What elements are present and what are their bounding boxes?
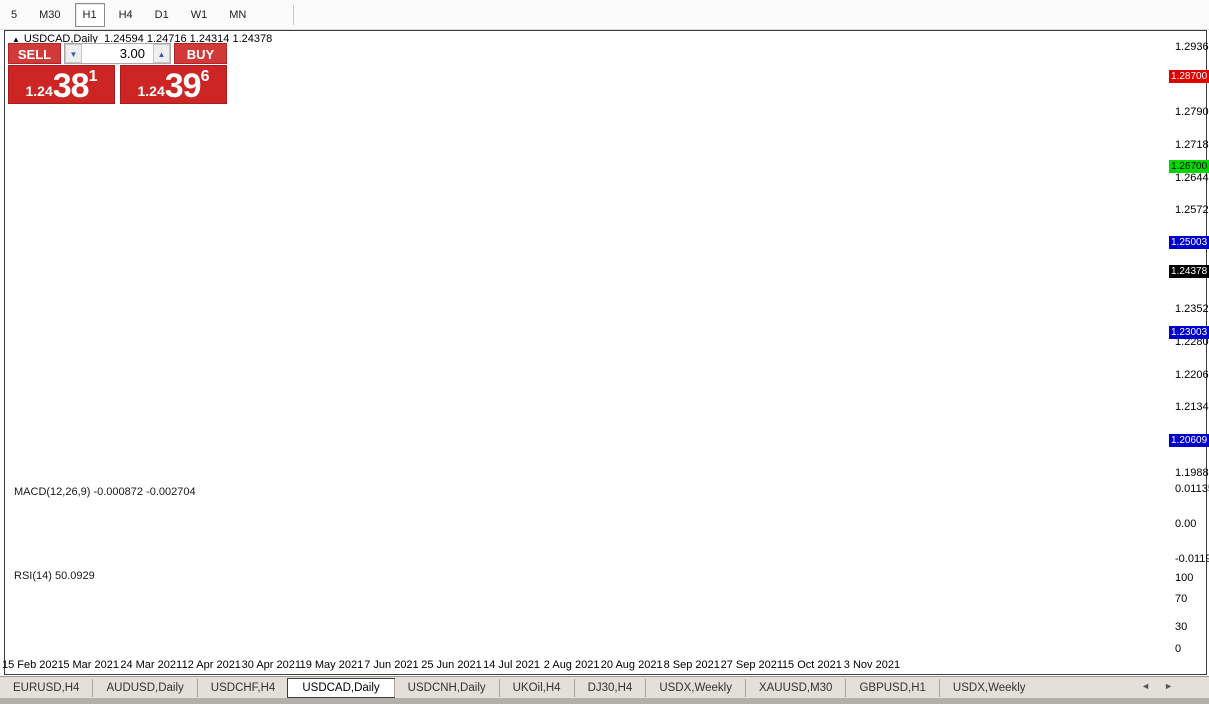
volume-stepper: ▼ 3.00 ▲ [64, 43, 171, 64]
price-level-tag-1.23003: 1.23003 [1169, 326, 1209, 339]
mt4-window: 5M30H1H4D1W1MN ▲USDCAD,Daily 1.24594 1.2… [0, 0, 1209, 704]
price-tick-label: 1.19880 [1175, 467, 1209, 479]
date-tick-label: 20 Aug 2021 [601, 659, 663, 671]
volume-increase-button[interactable]: ▲ [153, 44, 170, 63]
status-strip [0, 698, 1209, 704]
price-tick-label: 1.27180 [1175, 139, 1209, 151]
rsi-tick-label: 70 [1175, 593, 1187, 605]
sell-price-prefix: 1.24 [26, 83, 53, 103]
chart-tab-usdx-weekly[interactable]: USDX,Weekly [645, 679, 745, 697]
price-tick-label: 1.26440 [1175, 172, 1209, 184]
chart-tab-xauusd-m30[interactable]: XAUUSD,M30 [745, 679, 846, 697]
timeframe-button-h4[interactable]: H4 [111, 3, 141, 27]
timeframe-button-5[interactable]: 5 [3, 3, 25, 27]
chart-tab-dj30-h4[interactable]: DJ30,H4 [574, 679, 646, 697]
date-tick-label: 24 Mar 2021 [120, 659, 182, 671]
date-tick-label: 8 Sep 2021 [664, 659, 720, 671]
sell-price[interactable]: 1.24381 [8, 65, 115, 104]
price-tick-label: 1.27900 [1175, 106, 1209, 118]
timeframe-button-d1[interactable]: D1 [147, 3, 177, 27]
macd-indicator-label: MACD(12,26,9) -0.000872 -0.002704 [14, 486, 196, 498]
price-level-tag-1.28700: 1.28700 [1169, 70, 1209, 83]
date-tick-label: 7 Jun 2021 [364, 659, 418, 671]
buy-price[interactable]: 1.24396 [120, 65, 227, 104]
date-tick-label: 30 Apr 2021 [242, 659, 301, 671]
price-tick-label: 1.29360 [1175, 41, 1209, 53]
chart-tab-ukoil-h4[interactable]: UKOil,H4 [499, 679, 574, 697]
date-tick-label: 3 Nov 2021 [844, 659, 900, 671]
date-tick-label: 12 Apr 2021 [182, 659, 241, 671]
price-tick-label: 1.23520 [1175, 303, 1209, 315]
tab-scroll-arrows: ◄► [1141, 681, 1187, 691]
rsi-tick-label: 0 [1175, 643, 1181, 655]
volume-value[interactable]: 3.00 [82, 44, 153, 63]
chart-tab-usdchf-h4[interactable]: USDCHF,H4 [197, 679, 289, 697]
chart-window [4, 30, 1207, 675]
chart-tab-bar: EURUSD,H4AUDUSD,DailyUSDCHF,H4USDCAD,Dai… [0, 676, 1209, 699]
sell-price-big: 38 [53, 69, 89, 103]
chart-tab-usdx-weekly[interactable]: USDX,Weekly [939, 679, 1039, 697]
date-tick-label: 19 May 2021 [300, 659, 364, 671]
sell-price-sup: 1 [89, 66, 98, 86]
timeframe-button-mn[interactable]: MN [221, 3, 254, 27]
chart-tab-usdcnh-daily[interactable]: USDCNH,Daily [394, 679, 499, 697]
chart-tab-gbpusd-h1[interactable]: GBPUSD,H1 [845, 679, 938, 697]
toolbar-separator [293, 5, 294, 25]
tab-scroll-right-icon[interactable]: ► [1164, 681, 1187, 691]
timeframe-toolbar: 5M30 H1H4D1W1MN [0, 0, 1209, 30]
rsi-indicator-label: RSI(14) 50.0929 [14, 570, 95, 582]
date-tick-label: 25 Jun 2021 [421, 659, 482, 671]
chart-tab-audusd-daily[interactable]: AUDUSD,Daily [92, 679, 196, 697]
one-click-trading-panel: SELL ▼ 3.00 ▲ BUY 1.24381 1.24396 [8, 43, 227, 105]
price-level-tag-1.26700: 1.26700 [1169, 160, 1209, 173]
rsi-tick-label: 30 [1175, 621, 1187, 633]
buy-price-prefix: 1.24 [138, 83, 165, 103]
buy-price-big: 39 [165, 69, 201, 103]
buy-button[interactable]: BUY [174, 43, 227, 64]
date-tick-label: 2 Aug 2021 [544, 659, 600, 671]
date-tick-label: 14 Jul 2021 [483, 659, 540, 671]
macd-tick-label: -0.011904 [1175, 553, 1209, 565]
date-tick-label: 15 Oct 2021 [782, 659, 842, 671]
price-level-tag-1.20609: 1.20609 [1169, 434, 1209, 447]
current-price-tag: 1.24378 [1169, 265, 1209, 278]
price-tick-label: 1.22060 [1175, 369, 1209, 381]
timeframe-button-w1[interactable]: W1 [183, 3, 216, 27]
macd-tick-label: 0.01135 [1175, 483, 1209, 495]
price-tick-label: 1.21340 [1175, 401, 1209, 413]
volume-decrease-button[interactable]: ▼ [65, 44, 82, 63]
chart-tab-usdcad-daily[interactable]: USDCAD,Daily [287, 678, 394, 698]
chart-tab-eurusd-h4[interactable]: EURUSD,H4 [0, 679, 92, 697]
timeframe-button-h1[interactable]: H1 [75, 3, 105, 27]
macd-tick-label: 0.00 [1175, 518, 1196, 530]
date-tick-label: 5 Mar 2021 [63, 659, 119, 671]
price-level-tag-1.25003: 1.25003 [1169, 236, 1209, 249]
date-tick-label: 15 Feb 2021 [2, 659, 64, 671]
sell-button[interactable]: SELL [8, 43, 61, 64]
rsi-tick-label: 100 [1175, 572, 1193, 584]
tab-scroll-left-icon[interactable]: ◄ [1141, 681, 1164, 691]
buy-price-sup: 6 [201, 66, 210, 86]
timeframe-button-m30[interactable]: M30 [31, 3, 68, 27]
price-tick-label: 1.25720 [1175, 204, 1209, 216]
date-tick-label: 27 Sep 2021 [721, 659, 783, 671]
